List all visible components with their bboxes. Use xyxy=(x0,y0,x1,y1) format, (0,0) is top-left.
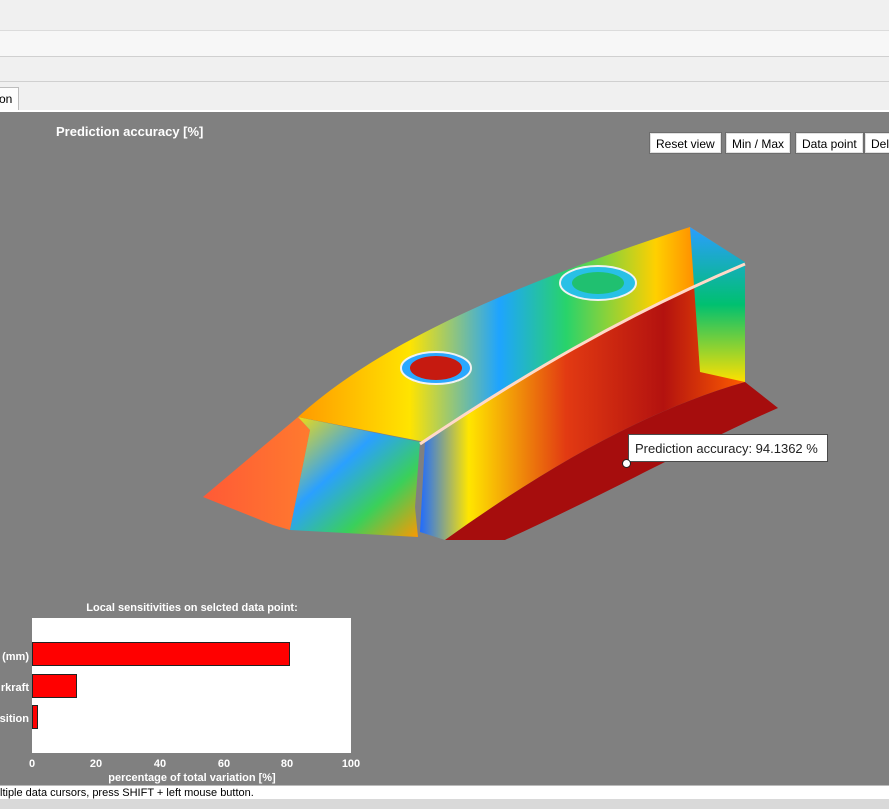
sensitivity-bar-1 xyxy=(32,642,291,666)
x-tick-60: 60 xyxy=(217,758,231,770)
sensitivity-chart xyxy=(32,618,351,753)
hole-left-inner xyxy=(410,356,462,380)
data-cursor-tooltip: Prediction accuracy: 94.1362 % xyxy=(628,434,828,462)
x-tick-20: 20 xyxy=(89,758,103,770)
menu-bar xyxy=(0,31,889,57)
status-text: ltiple data cursors, press SHIFT + left … xyxy=(0,787,254,799)
x-tick-40: 40 xyxy=(153,758,167,770)
sensitivity-x-label: percentage of total variation [%] xyxy=(108,772,276,784)
sensitivity-label-2: rkraft xyxy=(0,682,29,694)
sensitivity-label-1: (mm) xyxy=(2,651,29,663)
sensitivity-bar-3 xyxy=(32,705,39,729)
hole-right-inner xyxy=(572,272,624,294)
tab-label: on xyxy=(0,92,13,106)
plot-area[interactable]: Prediction accuracy [%] Reset view Min /… xyxy=(0,110,889,785)
window-title-bar xyxy=(0,0,889,31)
status-bar: ltiple data cursors, press SHIFT + left … xyxy=(0,785,889,800)
sensitivity-chart-title: Local sensitivities on selcted data poin… xyxy=(86,602,298,614)
data-cursor-marker[interactable] xyxy=(622,459,631,468)
tab-active[interactable]: on xyxy=(0,87,20,110)
x-tick-0: 0 xyxy=(28,758,36,770)
toolbar-strip xyxy=(0,57,889,82)
x-tick-100: 100 xyxy=(341,758,361,770)
sensitivity-label-3: sition xyxy=(0,713,29,725)
sensitivity-bar-2 xyxy=(32,674,77,698)
x-tick-80: 80 xyxy=(280,758,294,770)
window-bottom-edge xyxy=(0,799,889,809)
